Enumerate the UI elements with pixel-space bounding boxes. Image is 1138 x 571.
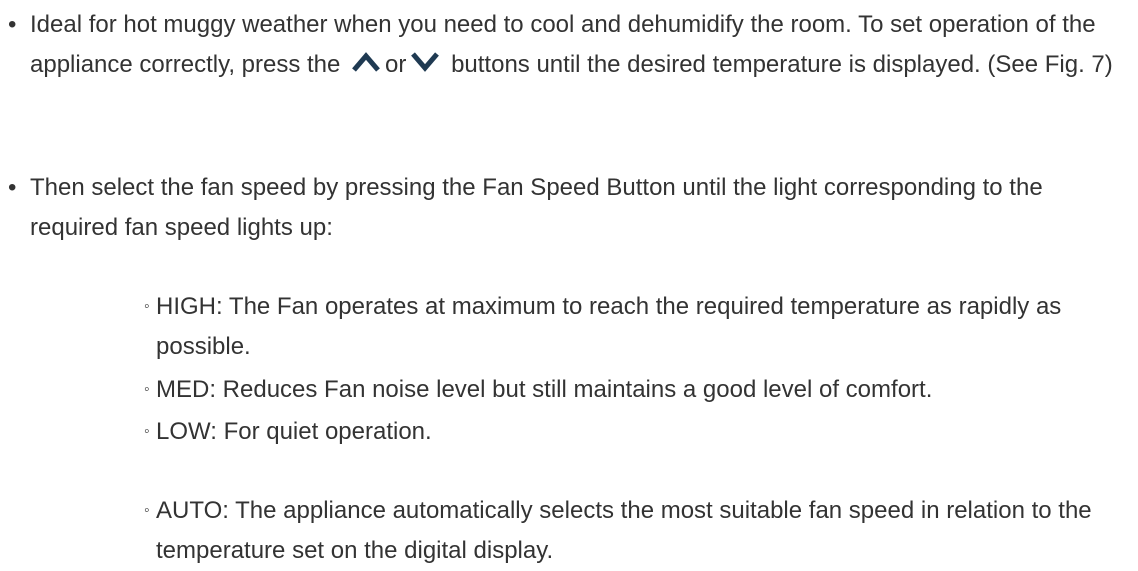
bullet-text: Then select the fan speed by pressing th…	[30, 174, 1043, 241]
sub-bullet-marker: ◦	[144, 298, 150, 315]
fan-speed-item-med: ◦ MED: Reduces Fan noise level but still…	[144, 370, 1124, 410]
fan-speed-item-high: ◦ HIGH: The Fan operates at maximum to r…	[144, 287, 1124, 367]
sub-bullet-marker: ◦	[144, 502, 150, 519]
fan-speed-text: AUTO: The appliance automatically select…	[156, 497, 1092, 564]
or-text: or	[385, 51, 407, 78]
bullet-marker: •	[8, 174, 17, 201]
fan-speed-item-auto: ◦ AUTO: The appliance automatically sele…	[144, 491, 1124, 571]
chevron-down-icon	[410, 50, 440, 74]
fan-speed-text: LOW: For quiet operation.	[156, 418, 432, 445]
bullet-text-after: buttons until the desired temperature is…	[451, 51, 1113, 78]
chevron-up-icon	[351, 50, 381, 74]
sub-bullet-marker: ◦	[144, 423, 150, 440]
sub-bullet-marker: ◦	[144, 381, 150, 398]
fan-speed-item-low: ◦ LOW: For quiet operation.	[144, 412, 1124, 452]
bullet-fan-speed: • Then select the fan speed by pressing …	[8, 168, 1118, 248]
instruction-content: • Ideal for hot muggy weather when you n…	[0, 0, 1138, 571]
bullet-text: Ideal for hot muggy weather when you nee…	[8, 5, 1118, 85]
fan-speed-text: MED: Reduces Fan noise level but still m…	[156, 376, 933, 403]
fan-speed-text: HIGH: The Fan operates at maximum to rea…	[156, 293, 1062, 360]
bullet-marker: •	[8, 11, 17, 38]
bullet-cool-mode: • Ideal for hot muggy weather when you n…	[8, 5, 1118, 85]
